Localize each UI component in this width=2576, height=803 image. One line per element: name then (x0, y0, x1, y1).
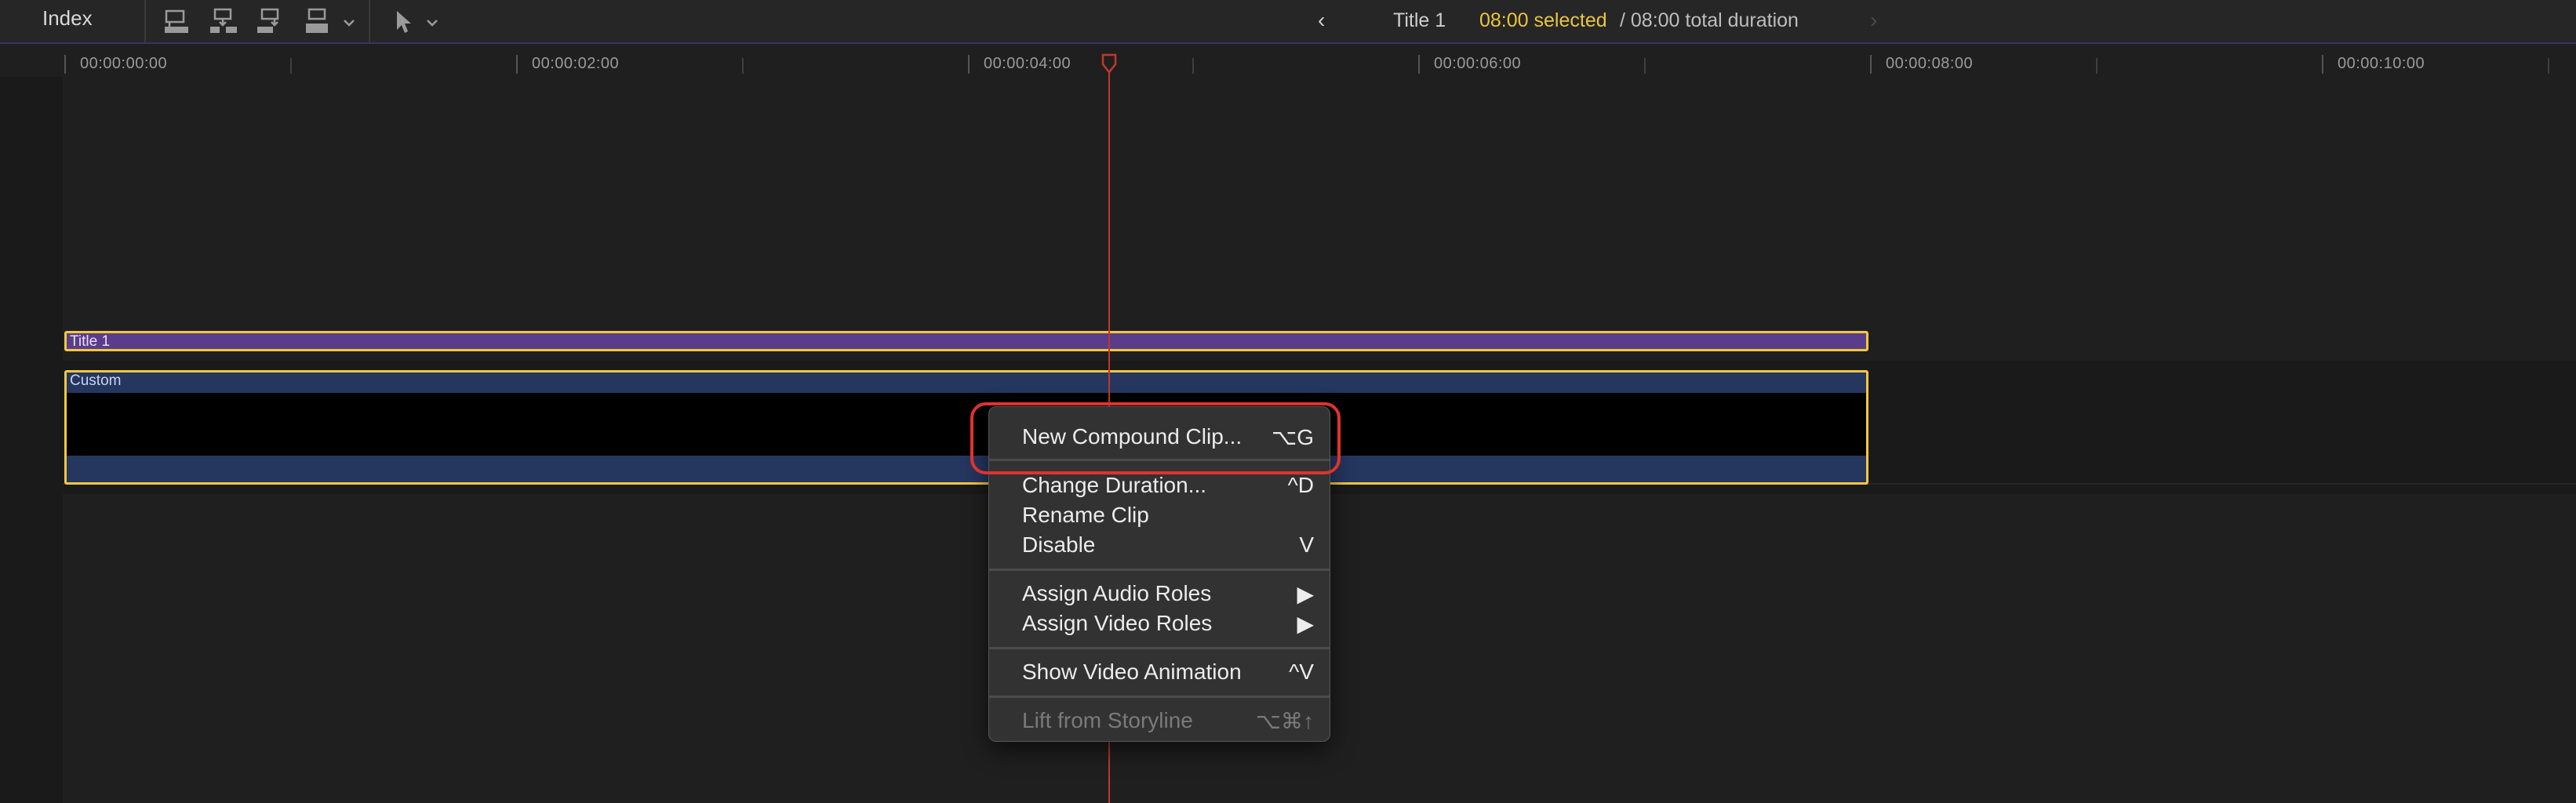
menu-item-label: Show Video Animation (1022, 659, 1242, 684)
total-duration: / 08:00 total duration (1620, 9, 1799, 31)
chevron-down-icon[interactable] (417, 6, 438, 38)
ruler-label: 00:00:02:00 (532, 55, 620, 72)
ruler-tick (1192, 58, 1194, 74)
timeline-window: Index ‹ Title 1 08:00 selected / 08:00 t… (0, 0, 2576, 803)
menu-item-shortcut: ^V (1289, 659, 1314, 684)
ruler-tick (1418, 55, 1420, 74)
clip-title: Title 1 (1393, 9, 1446, 31)
ruler-tick (516, 55, 518, 74)
ruler-tick (968, 55, 970, 74)
append-clip-icon[interactable] (256, 6, 287, 38)
menu-item-label: Change Duration... (1022, 473, 1207, 497)
menu-item-assign-audio-roles[interactable]: Assign Audio Roles ▶ (989, 578, 1330, 608)
select-tool-icon[interactable] (387, 6, 419, 38)
menu-separator (989, 696, 1330, 698)
next-clip-button[interactable]: › (1870, 8, 1877, 33)
timeline-toolbar: Index ‹ Title 1 08:00 selected / 08:00 t… (0, 0, 2576, 44)
custom-clip[interactable]: Custom (64, 370, 1868, 485)
menu-item-label: Rename Clip (1022, 503, 1149, 527)
menu-item-lift-from-storyline: Lift from Storyline ⌥⌘↑ (989, 705, 1330, 735)
menu-item-show-video-animation[interactable]: Show Video Animation ^V (989, 656, 1330, 686)
menu-item-label: Lift from Storyline (1022, 708, 1193, 732)
toolbar-divider (369, 0, 370, 44)
ruler-label: 00:00:06:00 (1434, 55, 1522, 72)
menu-separator (989, 569, 1330, 571)
ruler-tick (1870, 55, 1872, 74)
submenu-arrow-icon: ▶ (1297, 612, 1314, 636)
highlight-annotation (970, 402, 1341, 474)
ruler-tick (290, 58, 292, 74)
chevron-down-icon[interactable] (334, 6, 355, 38)
menu-item-label: Assign Video Roles (1022, 611, 1213, 635)
ruler-tick (2548, 58, 2549, 74)
ruler-label: 00:00:08:00 (1886, 55, 1974, 72)
menu-item-rename-clip[interactable]: Rename Clip (989, 500, 1330, 529)
selected-duration: 08:00 selected (1479, 9, 1607, 31)
menu-separator (989, 647, 1330, 649)
ruler-label: 00:00:04:00 (984, 55, 1072, 72)
ruler-label: 00:00:00:00 (80, 55, 168, 72)
ruler-tick (64, 55, 66, 74)
menu-item-disable[interactable]: Disable V (989, 529, 1330, 559)
timeline-gutter (0, 77, 63, 803)
ruler-tick (2322, 55, 2323, 74)
submenu-arrow-icon: ▶ (1297, 582, 1314, 606)
overwrite-clip-icon[interactable] (303, 6, 334, 38)
menu-item-assign-video-roles[interactable]: Assign Video Roles ▶ (989, 608, 1330, 638)
title-clip-label: Title 1 (70, 333, 111, 350)
ruler-label: 00:00:10:00 (2338, 55, 2425, 72)
menu-item-shortcut: ⌥⌘↑ (1255, 709, 1314, 733)
toolbar-divider (144, 0, 146, 44)
index-button[interactable]: Index (42, 6, 93, 31)
menu-item-shortcut: ^D (1287, 473, 1314, 497)
menu-item-label: Assign Audio Roles (1022, 581, 1212, 605)
title-clip[interactable]: Title 1 (64, 331, 1868, 351)
ruler-tick (2096, 58, 2098, 74)
custom-clip-label: Custom (70, 372, 122, 389)
timeline-ruler[interactable]: 00:00:00:00 00:00:02:00 00:00:04:00 00:0… (0, 45, 2576, 77)
ruler-tick (1644, 58, 1646, 74)
previous-clip-button[interactable]: ‹ (1318, 8, 1325, 33)
menu-item-label: Disable (1022, 532, 1096, 557)
menu-item-shortcut: V (1299, 532, 1314, 557)
connect-clip-icon[interactable] (162, 6, 193, 38)
ruler-tick (742, 58, 744, 74)
playhead-marker-icon[interactable] (1101, 53, 1117, 74)
insert-clip-icon[interactable] (209, 6, 240, 38)
clip-thumbnail-strip (67, 393, 1866, 456)
